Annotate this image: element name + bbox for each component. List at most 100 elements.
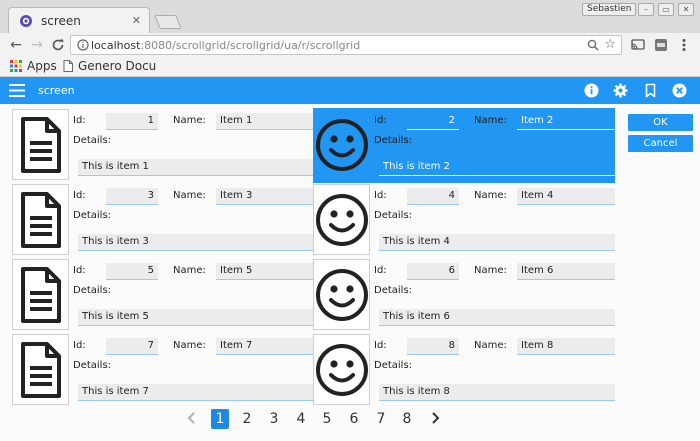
cancel-button[interactable]: Cancel <box>628 135 693 152</box>
name-field[interactable]: Item 2 <box>517 113 615 130</box>
profile-button[interactable]: Sebastien <box>582 3 637 16</box>
zoom-icon[interactable] <box>587 39 599 51</box>
info-icon[interactable] <box>584 83 599 98</box>
id-field[interactable]: 1 <box>106 113 158 130</box>
details-label: Details: <box>73 210 112 221</box>
page-button[interactable]: 2 <box>238 409 256 429</box>
bookmark-genero-docu[interactable]: Genero Docu <box>63 59 156 73</box>
grid-cell[interactable]: Id: 7 Name: Item 7 Details: This is item 7 <box>12 333 314 408</box>
page-info-icon[interactable] <box>77 39 89 51</box>
details-field[interactable]: This is item 8 <box>379 384 615 401</box>
id-field[interactable]: 6 <box>407 263 459 280</box>
document-icon <box>12 109 69 180</box>
tab-close-icon[interactable]: ✕ <box>132 14 141 27</box>
name-label: Name: <box>474 340 507 351</box>
smiley-icon <box>313 184 370 255</box>
grid-cell[interactable]: Id: 4 Name: Item 4 Details: This is item 4 <box>313 183 615 258</box>
id-label: Id: <box>73 115 86 126</box>
bookmark-apps-label: Apps <box>27 59 57 73</box>
address-bar[interactable]: localhost:8080/scrollgrid/scrollgrid/ua/… <box>70 35 622 55</box>
name-field[interactable]: Item 6 <box>517 263 615 280</box>
details-field[interactable]: This is item 3 <box>78 234 314 251</box>
name-field[interactable]: Item 3 <box>216 188 314 205</box>
url-text: localhost:8080/scrollgrid/scrollgrid/ua/… <box>91 39 360 52</box>
id-field[interactable]: 8 <box>407 338 459 355</box>
grid-cell[interactable]: Id: 6 Name: Item 6 Details: This is item 6 <box>313 258 615 333</box>
id-field[interactable]: 7 <box>106 338 158 355</box>
bookmark-icon[interactable] <box>643 83 658 98</box>
details-field[interactable]: This is item 4 <box>379 234 615 251</box>
details-field[interactable]: This is item 2 <box>379 159 615 176</box>
new-tab-button[interactable] <box>154 15 182 29</box>
details-field[interactable]: This is item 7 <box>78 384 314 401</box>
grid-cell[interactable]: Id: 5 Name: Item 5 Details: This is item 5 <box>12 258 314 333</box>
reload-icon[interactable] <box>50 37 66 53</box>
details-label: Details: <box>374 135 413 146</box>
ok-button[interactable]: OK <box>628 114 693 131</box>
id-label: Id: <box>73 190 86 201</box>
page-button[interactable]: 5 <box>318 409 336 429</box>
smiley-icon <box>313 109 370 180</box>
id-label: Id: <box>374 340 387 351</box>
name-field[interactable]: Item 5 <box>216 263 314 280</box>
id-field[interactable]: 5 <box>106 263 158 280</box>
browser-toolbar: ← → localhost:8080/scrollgrid/scrollgrid… <box>0 33 700 57</box>
page-button[interactable]: 7 <box>372 409 390 429</box>
page-button[interactable]: 4 <box>292 409 310 429</box>
grid-cell[interactable]: Id: 1 Name: Item 1 Details: This is item 1 <box>12 108 314 183</box>
close-circle-icon[interactable] <box>672 83 687 98</box>
document-icon <box>12 259 69 330</box>
id-label: Id: <box>73 265 86 276</box>
next-page-icon[interactable] <box>428 409 442 427</box>
grid-cell[interactable]: Id: 8 Name: Item 8 Details: This is item 8 <box>313 333 615 408</box>
bookmark-star-icon[interactable]: ☆ <box>604 37 616 52</box>
id-field[interactable]: 4 <box>407 188 459 205</box>
back-arrow-icon[interactable]: ← <box>8 37 24 53</box>
bookmark-apps[interactable]: Apps <box>10 59 57 73</box>
name-label: Name: <box>173 115 206 126</box>
window-close-button[interactable]: ✕ <box>678 3 694 16</box>
url-host: localhost <box>91 39 141 52</box>
id-label: Id: <box>374 115 387 126</box>
prev-page-icon[interactable] <box>185 409 199 427</box>
details-field[interactable]: This is item 6 <box>379 309 615 326</box>
page-button[interactable]: 6 <box>345 409 363 429</box>
name-field[interactable]: Item 1 <box>216 113 314 130</box>
app-header: screen <box>0 77 700 104</box>
forward-arrow-icon[interactable]: → <box>29 37 45 53</box>
bookmarks-bar: Apps Genero Docu <box>0 57 700 77</box>
details-label: Details: <box>73 285 112 296</box>
tab-title: screen <box>41 13 81 28</box>
id-field[interactable]: 3 <box>106 188 158 205</box>
details-label: Details: <box>73 360 112 371</box>
grid-cell[interactable]: Id: 2 Name: Item 2 Details: This is item 2 <box>313 108 615 183</box>
name-field[interactable]: Item 7 <box>216 338 314 355</box>
details-field[interactable]: This is item 1 <box>78 159 314 176</box>
minimize-button[interactable]: – <box>638 3 654 16</box>
name-field[interactable]: Item 4 <box>517 188 615 205</box>
document-icon <box>12 184 69 255</box>
page-button[interactable]: 8 <box>398 409 416 429</box>
genero-favicon-icon <box>20 14 32 27</box>
maximize-button[interactable]: ▭ <box>658 3 674 16</box>
cast-icon[interactable] <box>630 37 646 53</box>
id-label: Id: <box>374 190 387 201</box>
page-button[interactable]: 3 <box>265 409 283 429</box>
extension-icon[interactable] <box>653 37 669 53</box>
page-icon <box>63 60 73 72</box>
app-title: screen <box>38 84 75 97</box>
details-field[interactable]: This is item 5 <box>78 309 314 326</box>
grid-cell[interactable]: Id: 3 Name: Item 3 Details: This is item 3 <box>12 183 314 258</box>
browser-titlebar: screen ✕ Sebastien – ▭ ✕ <box>0 0 700 33</box>
settings-gear-icon[interactable] <box>613 83 628 98</box>
id-field[interactable]: 2 <box>407 113 459 130</box>
page-button[interactable]: 1 <box>211 409 229 429</box>
browser-menu-icon[interactable] <box>676 37 692 53</box>
browser-tab[interactable]: screen ✕ <box>8 7 150 33</box>
scroll-grid: Id: 1 Name: Item 1 Details: This is item 1 Id:… <box>0 104 700 441</box>
name-label: Name: <box>173 190 206 201</box>
name-label: Name: <box>173 340 206 351</box>
name-field[interactable]: Item 8 <box>517 338 615 355</box>
details-label: Details: <box>374 360 413 371</box>
hamburger-menu-icon[interactable] <box>9 84 25 97</box>
